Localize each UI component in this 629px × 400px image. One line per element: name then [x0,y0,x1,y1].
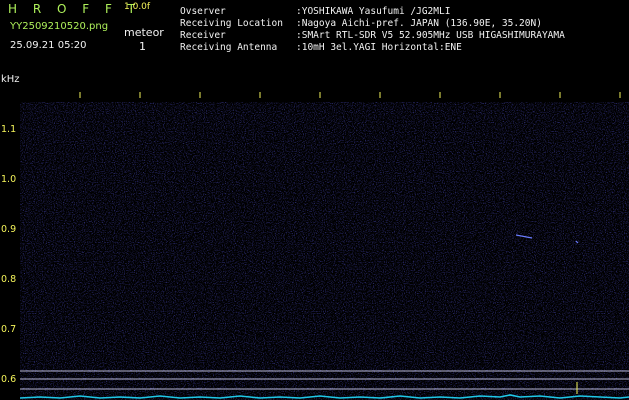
info-value: :Nagoya Aichi-pref. JAPAN (136.90E, 35.2… [296,18,542,29]
spectrogram-noise [20,102,629,400]
info-key: Ovserver [180,6,226,17]
spectrogram-plot [20,78,629,400]
info-value: :YOSHIKAWA Yasufumi /JG2MLI [296,6,451,17]
filename-label: YY2509210520.png [10,21,109,32]
y-axis-unit: kHz [1,74,20,85]
y-tick-label: 1.0 [1,174,17,185]
y-tick-label: 0.9 [1,224,17,235]
app-title: H R O F F T [8,2,142,16]
app-version: 1.0.0f [124,2,151,12]
info-value: :10mH 3el.YAGI Horizontal:ENE [296,42,462,53]
info-value: :SMArt RTL-SDR V5 52.905MHz USB HIGASHIM… [296,30,565,41]
meteor-count: 1 [139,40,146,53]
y-tick-label: 0.6 [1,374,17,385]
datetime-label: 25.09.21 05:20 [10,40,87,51]
meteor-label: meteor [124,26,164,39]
y-tick-label: 1.1 [1,124,17,135]
info-key: Receiving Antenna [180,42,278,53]
info-key: Receiver [180,30,226,41]
y-tick-label: 0.7 [1,324,17,335]
info-key: Receiving Location [180,18,283,29]
y-tick-label: 0.8 [1,274,17,285]
